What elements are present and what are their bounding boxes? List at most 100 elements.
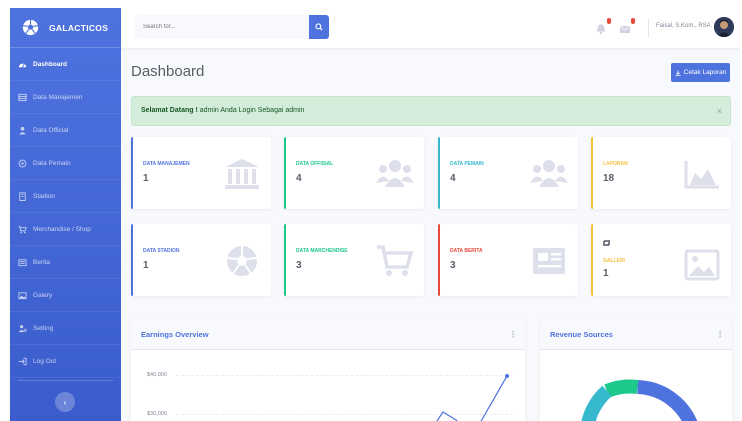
app-frame: GALACTICOS Dashboard Data Manajemen Data… — [10, 8, 740, 421]
user-avatar-icon — [714, 17, 734, 37]
earnings-series-line — [480, 375, 508, 421]
card-label: DATA PEMAIN — [450, 161, 484, 167]
sidebar-item-label: Merchandise / Shop — [33, 225, 91, 233]
card-value: 4 — [296, 173, 302, 184]
print-report-label: Cetak Laporan — [683, 69, 727, 76]
logout-icon — [18, 357, 27, 365]
earnings-overview-panel: Earnings Overview ⋮ $40,000 $30,000 — [131, 320, 525, 421]
envelope-icon — [619, 25, 631, 33]
sidebar-item-data-pemain[interactable]: Data Pemain — [10, 147, 121, 180]
topbar-divider — [648, 18, 649, 38]
table-icon — [18, 93, 27, 101]
alert-message: admin Anda Login Sebagai admin — [197, 107, 305, 114]
card-galleri[interactable]: GALLERI 1 — [591, 224, 731, 296]
sidebar-item-label: Stadion — [33, 192, 56, 200]
card-label: DATA BERITA — [450, 248, 483, 254]
landmark-icon — [225, 159, 259, 189]
sidebar-item-stadion[interactable]: Stadion — [10, 180, 121, 213]
print-report-button[interactable]: Cetak Laporan — [671, 63, 730, 82]
image-icon — [18, 291, 27, 299]
card-data-offisial[interactable]: DATA OFFISIAL 4 — [284, 137, 424, 209]
football-icon — [22, 19, 39, 36]
sidebar-nav: Dashboard Data Manajemen Data Official D… — [10, 48, 121, 378]
card-accent — [591, 224, 593, 296]
card-data-marchendise[interactable]: DATA MARCHENDISE 3 — [284, 224, 424, 296]
close-icon[interactable]: × — [717, 97, 722, 125]
card-data-manajemen[interactable]: DATA MANAJEMEN 1 — [131, 137, 271, 209]
alerts-button[interactable] — [595, 18, 611, 35]
sidebar-item-label: Data Pemain — [33, 159, 71, 167]
sidebar-item-berita[interactable]: Berita — [10, 246, 121, 279]
donut-segment[interactable] — [581, 385, 612, 421]
chevron-left-icon: ‹ — [63, 397, 67, 407]
revenue-sources-panel: Revenue Sources ⋮ — [540, 320, 732, 421]
alerts-badge — [606, 18, 611, 24]
newspaper-icon — [18, 258, 27, 266]
sidebar-item-dashboard[interactable]: Dashboard — [10, 48, 121, 81]
user-name[interactable]: Faisal, S.Kom., RSA — [656, 23, 711, 29]
card-accent — [131, 224, 133, 296]
search-icon — [315, 23, 323, 31]
download-icon — [675, 70, 681, 76]
earnings-point[interactable] — [505, 374, 509, 378]
user-cog-icon — [18, 324, 27, 332]
card-data-pemain[interactable]: DATA PEMAIN 4 — [438, 137, 578, 209]
messages-badge — [630, 18, 635, 24]
card-data-berita[interactable]: DATA BERITA 3 — [438, 224, 578, 296]
building-icon — [19, 191, 26, 201]
bell-icon — [596, 24, 606, 35]
search-input[interactable] — [135, 15, 309, 39]
cart-icon — [18, 225, 27, 233]
sidebar-item-logout[interactable]: Log Out — [10, 345, 121, 378]
donut-segment[interactable] — [604, 379, 639, 398]
sidebar-divider — [18, 380, 113, 381]
sidebar-item-data-official[interactable]: Data Official — [10, 114, 121, 147]
sidebar-item-setting[interactable]: Setting — [10, 312, 121, 345]
earnings-line-chart — [436, 374, 509, 421]
alert-heading: Selamat Datang ! — [141, 107, 198, 114]
newspaper-icon — [533, 248, 565, 274]
images-icon — [603, 240, 610, 246]
avatar[interactable] — [714, 17, 734, 37]
sidebar-item-label: Dashboard — [33, 60, 67, 68]
card-value: 1 — [143, 260, 149, 271]
sidebar-item-galery[interactable]: Galery — [10, 279, 121, 312]
card-label: GALLERI — [603, 258, 625, 264]
card-label: LAPORAN — [603, 161, 628, 167]
card-label: DATA MARCHENDISE — [296, 248, 348, 254]
card-data-stadion[interactable]: DATA STADION 1 — [131, 224, 271, 296]
user-icon — [19, 126, 26, 135]
card-accent — [438, 137, 440, 209]
messages-button[interactable] — [619, 18, 635, 34]
sidebar-item-label: Galery — [33, 291, 53, 299]
sidebar-toggle-button[interactable]: ‹ — [55, 392, 75, 412]
sidebar-item-data-manajemen[interactable]: Data Manajemen — [10, 81, 121, 114]
card-value: 1 — [143, 173, 149, 184]
users-icon — [376, 160, 414, 187]
search-button[interactable] — [309, 15, 329, 39]
card-value: 3 — [296, 260, 302, 271]
sidebar-item-merchandise[interactable]: Merchandise / Shop — [10, 213, 121, 246]
page-title: Dashboard — [131, 63, 205, 80]
donut-segment[interactable] — [636, 380, 698, 421]
sidebar-item-label: Setting — [33, 324, 54, 332]
sidebar-item-label: Data Official — [33, 126, 69, 134]
image-icon — [684, 249, 720, 281]
brand-name: GALACTICOS — [49, 22, 109, 33]
card-value: 1 — [603, 268, 609, 279]
sidebar-item-label: Data Manajemen — [33, 93, 83, 101]
football-icon — [226, 246, 258, 276]
card-value: 4 — [450, 173, 456, 184]
card-label: DATA OFFISIAL — [296, 161, 334, 167]
sidebar-item-label: Berita — [33, 258, 50, 266]
sidebar: GALACTICOS Dashboard Data Manajemen Data… — [10, 8, 121, 421]
card-accent — [591, 137, 593, 209]
card-accent — [284, 137, 286, 209]
revenue-donut-chart — [581, 379, 698, 421]
card-label: DATA MANAJEMEN — [143, 161, 190, 167]
card-value: 18 — [603, 173, 615, 184]
card-laporan[interactable]: LAPORAN 18 — [591, 137, 731, 209]
card-accent — [131, 137, 133, 209]
brand[interactable]: GALACTICOS — [10, 8, 121, 48]
welcome-alert: Selamat Datang ! admin Anda Login Sebaga… — [131, 96, 731, 126]
